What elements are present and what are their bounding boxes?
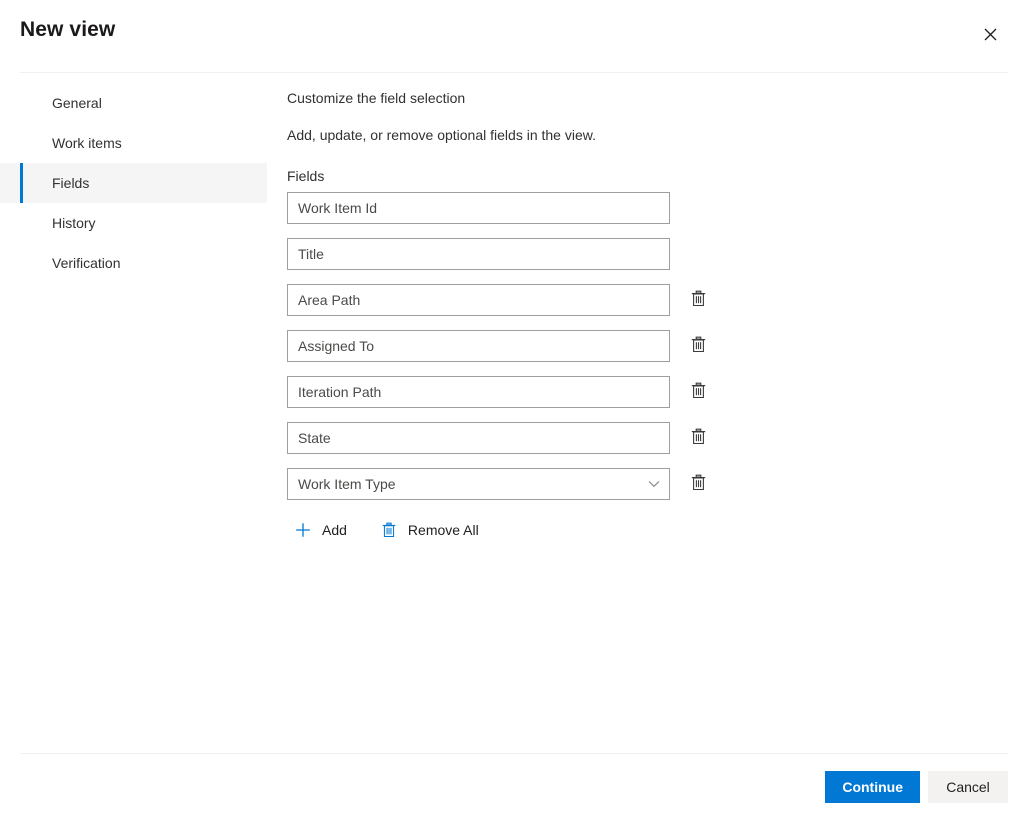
trash-icon bbox=[691, 428, 706, 448]
delete-field-button[interactable] bbox=[682, 422, 714, 454]
field-value: Work Item Type bbox=[288, 469, 639, 499]
field-value: Title bbox=[288, 239, 669, 269]
trash-icon bbox=[379, 520, 399, 540]
field-row: State bbox=[287, 422, 1008, 454]
field-row: Assigned To bbox=[287, 330, 1008, 362]
delete-field-button[interactable] bbox=[682, 284, 714, 316]
cancel-button[interactable]: Cancel bbox=[928, 771, 1008, 803]
close-button[interactable] bbox=[970, 14, 1010, 54]
sidebar-item-label: Verification bbox=[52, 255, 120, 271]
field-input-assigned-to[interactable]: Assigned To bbox=[287, 330, 670, 362]
page-title: New view bbox=[20, 18, 115, 42]
fields-command-bar: Add Remove All bbox=[287, 514, 1008, 546]
remove-all-fields-button[interactable]: Remove All bbox=[373, 514, 485, 546]
sidebar-item-general[interactable]: General bbox=[0, 83, 267, 123]
dialog-header: New view bbox=[0, 0, 1028, 73]
trash-icon bbox=[691, 290, 706, 310]
trash-icon bbox=[691, 336, 706, 356]
panel-subheading: Add, update, or remove optional fields i… bbox=[287, 125, 1008, 145]
delete-field-button[interactable] bbox=[682, 468, 714, 500]
add-field-button[interactable]: Add bbox=[287, 514, 353, 546]
sidebar-item-fields[interactable]: Fields bbox=[0, 163, 267, 203]
fields-panel: Customize the field selection Add, updat… bbox=[287, 73, 1008, 546]
sidebar-item-work-items[interactable]: Work items bbox=[0, 123, 267, 163]
dialog-footer: Continue Cancel bbox=[0, 753, 1028, 821]
dialog-body: General Work items Fields History Verifi… bbox=[0, 73, 1028, 753]
field-input-title[interactable]: Title bbox=[287, 238, 670, 270]
add-field-label: Add bbox=[322, 520, 347, 540]
field-row: Iteration Path bbox=[287, 376, 1008, 408]
field-value: Work Item Id bbox=[288, 193, 669, 223]
field-value: Area Path bbox=[288, 285, 669, 315]
field-input-work-item-id[interactable]: Work Item Id bbox=[287, 192, 670, 224]
remove-all-fields-label: Remove All bbox=[408, 520, 479, 540]
new-view-dialog: New view General Work items Fields Histo bbox=[0, 0, 1028, 821]
trash-icon bbox=[691, 474, 706, 494]
field-row: Title bbox=[287, 238, 1008, 270]
field-input-state[interactable]: State bbox=[287, 422, 670, 454]
field-value: Assigned To bbox=[288, 331, 669, 361]
footer-divider bbox=[20, 753, 1008, 754]
plus-icon bbox=[293, 520, 313, 540]
dialog-nav: General Work items Fields History Verifi… bbox=[0, 83, 267, 283]
sidebar-item-history[interactable]: History bbox=[0, 203, 267, 243]
chevron-down-icon[interactable] bbox=[639, 480, 669, 488]
field-select-work-item-type[interactable]: Work Item Type bbox=[287, 468, 670, 500]
sidebar-item-label: Fields bbox=[52, 175, 89, 191]
field-value: State bbox=[288, 423, 669, 453]
field-row: Work Item Type bbox=[287, 468, 1008, 500]
panel-heading: Customize the field selection bbox=[287, 88, 1008, 108]
continue-button[interactable]: Continue bbox=[825, 771, 920, 803]
trash-icon bbox=[691, 382, 706, 402]
field-value: Iteration Path bbox=[288, 377, 669, 407]
fields-section-label: Fields bbox=[287, 168, 1008, 184]
close-icon bbox=[984, 28, 997, 41]
field-row: Work Item Id bbox=[287, 192, 1008, 224]
field-input-area-path[interactable]: Area Path bbox=[287, 284, 670, 316]
sidebar-item-verification[interactable]: Verification bbox=[0, 243, 267, 283]
sidebar-item-label: Work items bbox=[52, 135, 122, 151]
field-input-iteration-path[interactable]: Iteration Path bbox=[287, 376, 670, 408]
sidebar-item-label: History bbox=[52, 215, 96, 231]
delete-field-button[interactable] bbox=[682, 330, 714, 362]
sidebar-item-label: General bbox=[52, 95, 102, 111]
field-row: Area Path bbox=[287, 284, 1008, 316]
delete-field-button[interactable] bbox=[682, 376, 714, 408]
